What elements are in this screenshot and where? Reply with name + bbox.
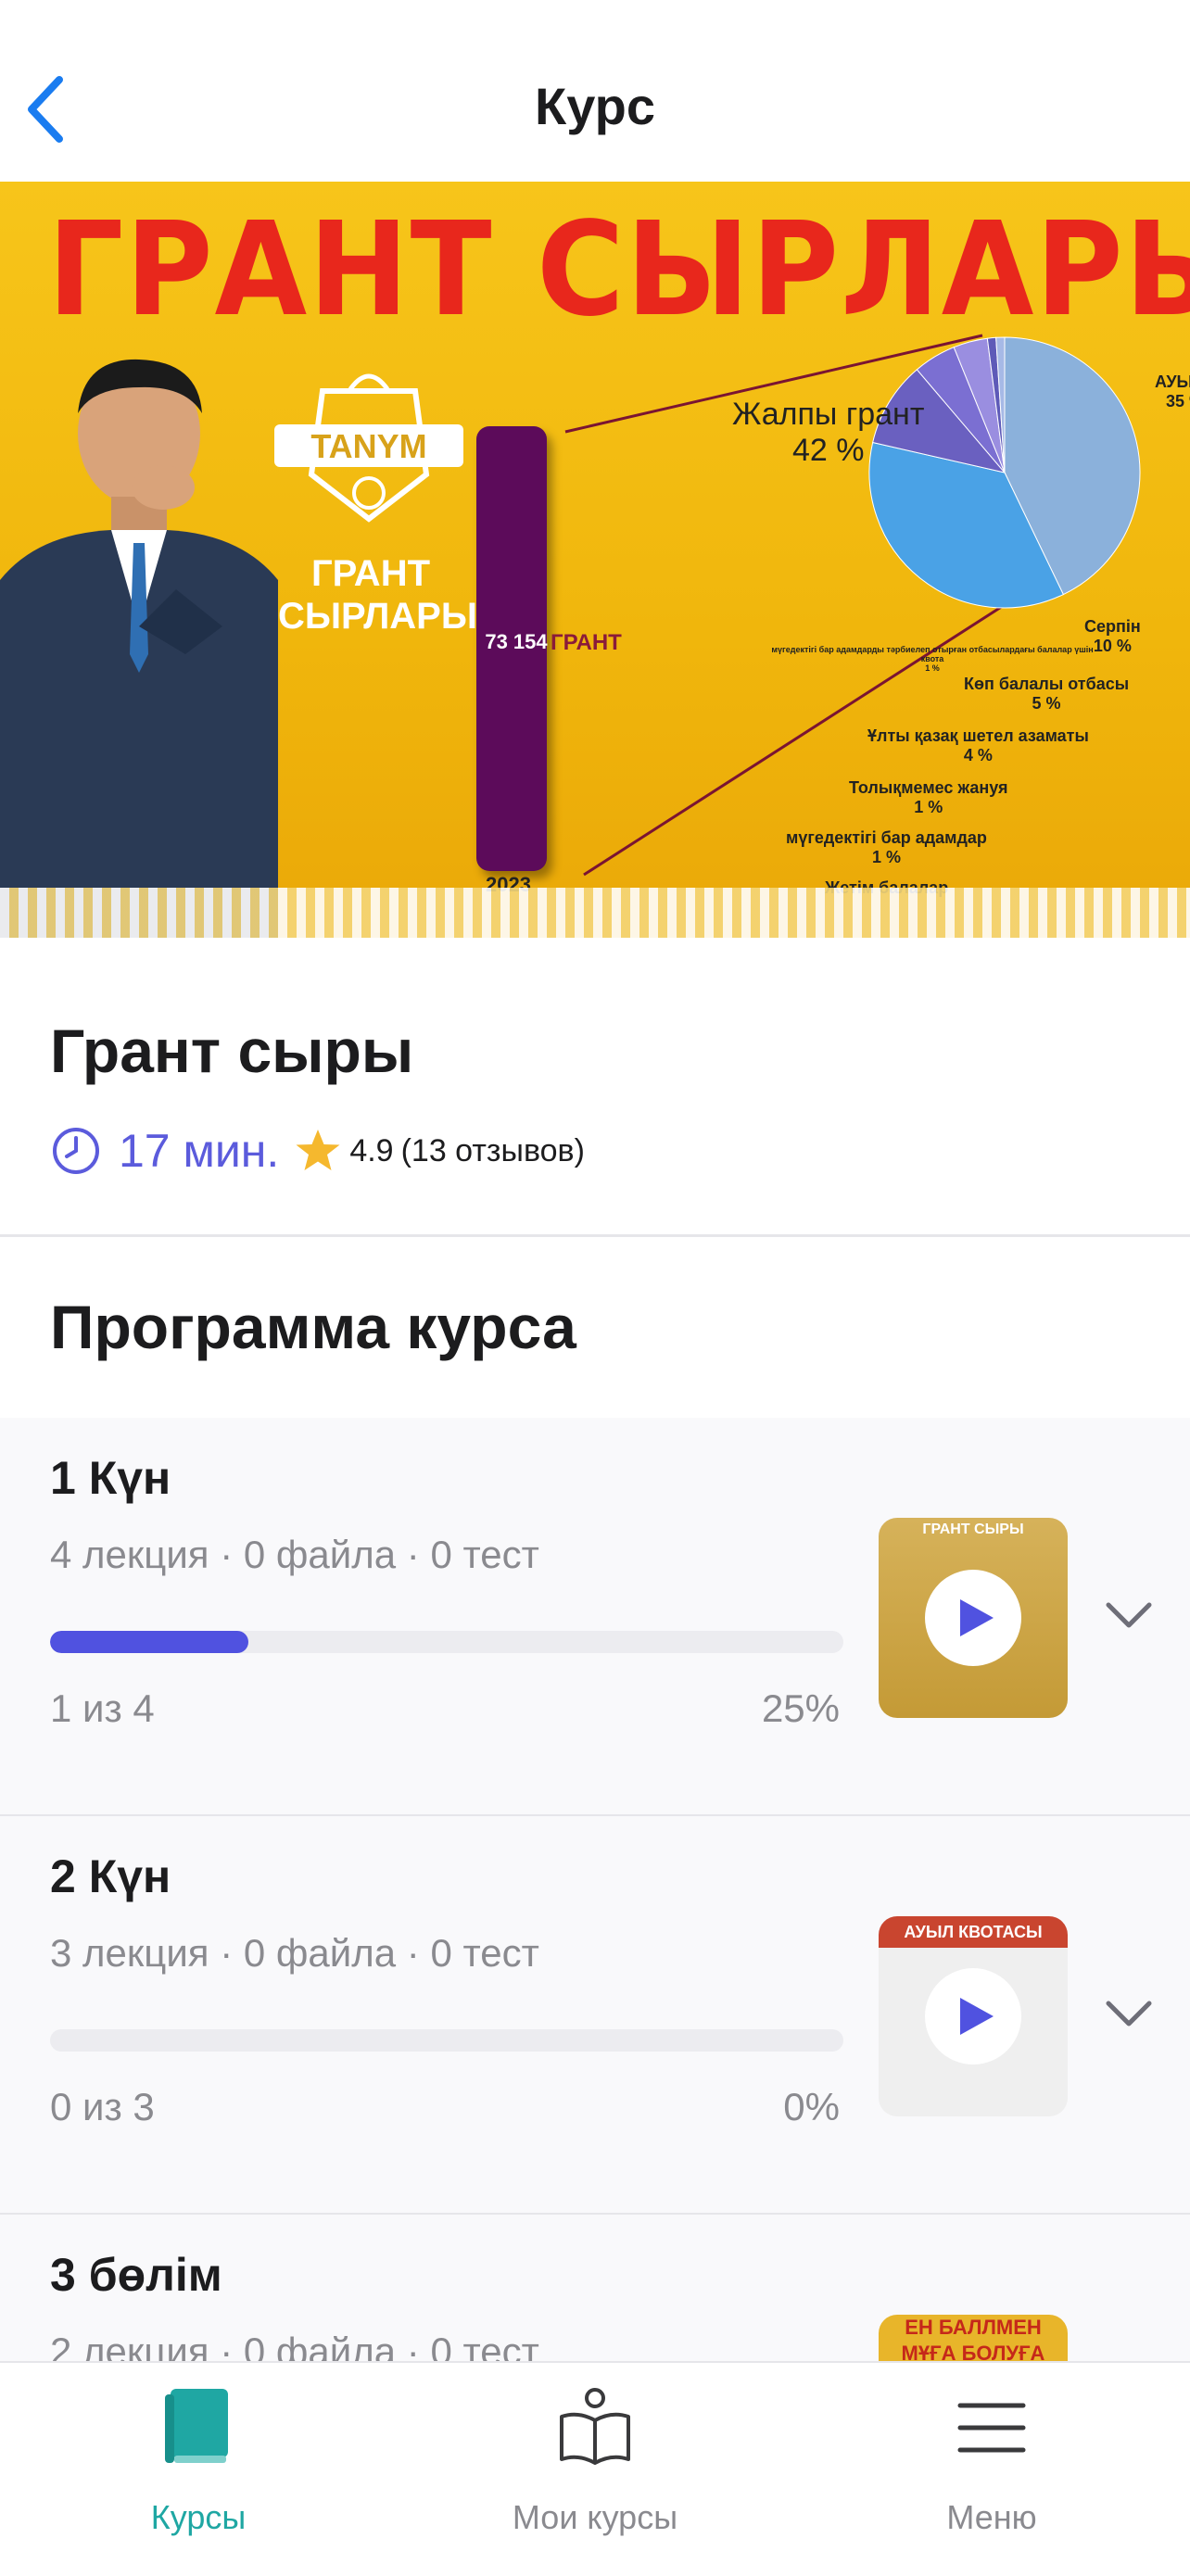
play-button[interactable] <box>925 1968 1021 2065</box>
pie-pct-large-family: 5 % <box>1032 694 1061 713</box>
module-thumbnail[interactable]: ГРАНТ СЫРЫ <box>879 1518 1068 1718</box>
course-title: Грант сыры <box>50 1017 414 1085</box>
pie-label-disabled: мүгедектігі бар адамдар <box>786 828 987 847</box>
tanym-logo: TANYM <box>274 373 463 523</box>
chevron-down-icon[interactable] <box>1103 1998 1155 2031</box>
module-progress-count: 1 из 4 <box>50 1686 155 1730</box>
pie-label-serpin: Серпін <box>1084 617 1141 636</box>
course-duration: 17 мин. <box>119 1125 280 1177</box>
menu-icon <box>957 2403 1026 2453</box>
tab-menu[interactable]: Меню <box>853 2363 1131 2576</box>
logo-caption-line1: ГРАНТ <box>310 553 431 594</box>
course-reviews: (13 отзывов) <box>400 1132 585 1168</box>
thumbnail-text: ГРАНТ СЫРЫ <box>922 1522 1024 1537</box>
grant-bar-value: 73 154 <box>485 630 548 653</box>
play-icon <box>960 1599 994 1636</box>
tab-label: Меню <box>946 2498 1037 2536</box>
course-cover-image: ГРАНТ СЫРЛАРЫ TANYM ГРАНТ СЫРЛАРЫ 73 154… <box>0 182 1190 938</box>
module-title: 3 бөлім <box>50 2249 222 2301</box>
pie-pct-kazakh-abroad: 4 % <box>963 746 993 764</box>
pie-label-general: Жалпы грант <box>732 397 925 432</box>
module-progress-percent: 0% <box>783 2085 840 2128</box>
pie-label-incomplete-family: Толықмемес жануя <box>849 778 1008 797</box>
play-button[interactable] <box>925 1570 1021 1666</box>
module-thumbnail[interactable]: АУЫЛ КВОТАСЫ <box>879 1916 1068 2116</box>
cover-headline: ГРАНТ СЫРЛАРЫ <box>47 195 1190 346</box>
module-progress-bar <box>50 1631 843 1653</box>
pie-small-note: мүгедектігі бар адамдарды тәрбиелеп отыр… <box>771 645 1094 663</box>
tab-label: Мои курсы <box>512 2498 678 2536</box>
logo-brand-text: TANYM <box>310 427 426 465</box>
chevron-down-icon[interactable] <box>1103 1599 1155 1633</box>
book-icon <box>165 2389 228 2463</box>
module-row[interactable]: 2 Күн 3 лекция · 0 файла · 0 тест 0 из 3… <box>0 1816 1190 2215</box>
grant-pie-chart <box>868 336 1141 609</box>
course-rating: 4.9 <box>349 1132 394 1168</box>
module-title: 1 Күн <box>50 1452 171 1504</box>
pie-label-kazakh-abroad: Ұлты қазақ шетел азаматы <box>867 726 1089 745</box>
pie-pct-rural: 35 % <box>1166 392 1190 410</box>
open-book-icon <box>560 2388 630 2465</box>
logo-caption-line2: СЫРЛАРЫ <box>278 596 477 637</box>
module-progress-fill <box>50 1631 248 1653</box>
pie-pct-disabled: 1 % <box>871 848 901 866</box>
tab-label: Курсы <box>150 2498 247 2536</box>
bottom-tab-bar: Курсы Мои курсы Меню <box>0 2361 1190 2576</box>
module-title: 2 Күн <box>50 1850 171 1902</box>
pie-small-note-pct: 1 % <box>925 663 940 673</box>
tab-my-courses[interactable]: Мои курсы <box>456 2363 734 2576</box>
module-stats: 4 лекция · 0 файла · 0 тест <box>50 1533 539 1576</box>
module-progress-percent: 25% <box>761 1686 840 1730</box>
clock-icon <box>53 1128 99 1174</box>
pie-label-rural: АУЫЛ КВОТ <box>1155 373 1190 391</box>
ornament-border <box>0 888 1190 938</box>
pie-pct-incomplete-family: 1 % <box>914 798 943 816</box>
module-row[interactable]: 1 Күн 4 лекция · 0 файла · 0 тест 1 из 4… <box>0 1418 1190 1816</box>
thumbnail-text: АУЫЛ КВОТАСЫ <box>879 1916 1068 1948</box>
pie-label-large-family: Көп балалы отбасы <box>964 675 1130 693</box>
section-divider <box>0 1234 1190 1237</box>
tab-courses[interactable]: Курсы <box>59 2363 337 2576</box>
presenter-photo <box>0 359 278 938</box>
nav-header: Курс <box>0 0 1190 182</box>
play-icon <box>960 1998 994 2035</box>
module-progress-bar <box>50 2029 843 2052</box>
program-heading: Программа курса <box>50 1293 576 1361</box>
pie-pct-general: 42 % <box>791 433 865 468</box>
module-stats: 3 лекция · 0 файла · 0 тест <box>50 1931 539 1975</box>
page-title: Курс <box>535 77 655 135</box>
course-meta: 17 мин. 4.9 (13 отзывов) <box>50 1123 585 1179</box>
module-progress-count: 0 из 3 <box>50 2085 155 2128</box>
star-icon <box>296 1130 340 1170</box>
